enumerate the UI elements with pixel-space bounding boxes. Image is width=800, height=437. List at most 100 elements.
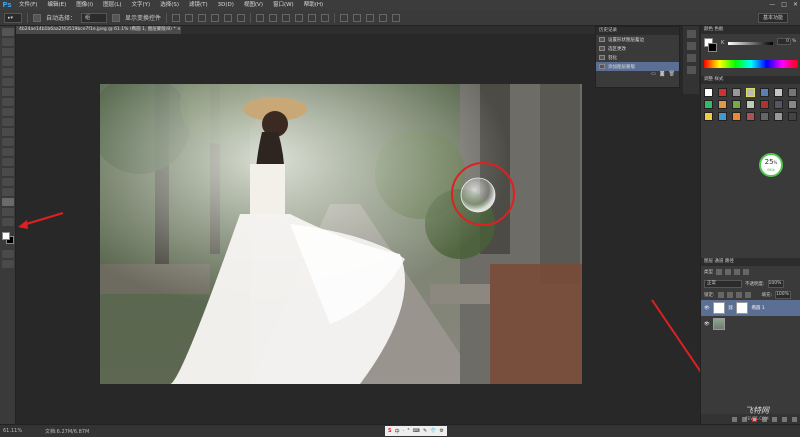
properties-panel-icon[interactable] [686,42,696,50]
filter-type-icon[interactable] [734,269,740,275]
style-swatch[interactable] [718,112,727,121]
history-panel: 历史记录 设置形状图层蓄边 选区更改 羽化 添加图层蒙版 ▭ ◙ 🗑 [595,26,680,88]
fullwidth-icon[interactable]: ° [407,428,410,434]
history-panel-tabs[interactable]: 历史记录 [596,27,679,35]
background-color-chip[interactable] [708,43,717,52]
styles-panel-tabs[interactable]: 调整 样式 [701,76,800,84]
k-slider[interactable] [728,42,773,45]
style-swatch[interactable] [746,100,755,109]
color-panel: K 0 % [701,34,800,76]
style-swatch[interactable] [746,88,755,97]
history-panel-icon[interactable] [686,30,696,38]
annotation-arrow-left [22,212,64,226]
layer-row[interactable]: 👁 [701,316,800,332]
new-document-icon[interactable]: ▭ [651,71,656,79]
zoom-level[interactable]: 61.11% [3,428,22,434]
style-swatch[interactable] [704,112,713,121]
history-footer: ▭ ◙ 🗑 [596,71,679,79]
perf-widget-area: 25% 0K/s [701,125,800,225]
settings-icon[interactable]: ⚙ [439,428,443,434]
style-swatch[interactable] [704,100,713,109]
layer-thumbnail [712,318,725,330]
watermark-main: 飞特网 [745,406,769,415]
style-swatch[interactable] [788,112,797,121]
k-value-field[interactable]: 0 [777,38,791,45]
lock-all-icon[interactable] [744,291,751,298]
history-item-label: 设置形状图层蓄边 [608,37,644,43]
history-item[interactable]: 设置形状图层蓄边 [596,35,679,44]
style-swatch[interactable] [788,88,797,97]
style-swatch[interactable] [760,100,769,109]
lock-position-icon[interactable] [735,291,742,298]
new-group-icon[interactable] [772,416,777,422]
layers-panel-tabs[interactable]: 图层 通道 路径 [701,258,800,266]
fill-field[interactable]: 100% [775,290,792,299]
k-label: K [721,40,725,46]
style-swatch[interactable] [732,112,741,121]
trash-icon[interactable] [792,416,797,422]
history-item-active[interactable]: 添加图层蒙版 [596,62,679,71]
ime-toolbar[interactable]: S 中 · ° ⌨ ✎ 👕 ⚙ [385,426,447,436]
perf-widget[interactable]: 25% 0K/s [759,153,783,177]
history-item[interactable]: 选区更改 [596,44,679,53]
layer-thumbnail [712,302,725,314]
lock-transparency-icon[interactable] [717,291,724,298]
style-swatch[interactable] [774,112,783,121]
opacity-label: 不透明度: [745,281,765,287]
history-item-label: 选区更改 [608,46,626,52]
history-item-label: 羽化 [608,55,617,61]
layers-filter-row: 类型 [701,266,800,278]
character-panel-icon[interactable] [686,54,696,62]
style-swatch[interactable] [732,100,741,109]
perf-unit: % [773,160,778,165]
layers-panel: 图层 通道 路径 类型 正常 不透明度: 100% 锁定: 填充: 100% 👁… [701,258,800,424]
link-layers-icon[interactable] [732,416,737,422]
paragraph-panel-icon[interactable] [686,66,696,74]
visibility-eye-icon[interactable]: 👁 [704,322,710,327]
style-swatch[interactable] [774,100,783,109]
opacity-field[interactable]: 100% [767,279,784,288]
skin-icon[interactable]: 👕 [430,428,436,434]
color-panel-tabs[interactable]: 颜色 色板 [701,26,800,34]
trash-icon[interactable]: 🗑 [669,71,675,79]
style-swatch[interactable] [732,88,741,97]
layer-row-selected[interactable]: 👁 ⛓ 椭圆 1 [701,300,800,316]
history-state-icon [599,46,605,51]
sogou-icon[interactable]: S [388,428,392,434]
style-swatch[interactable] [788,100,797,109]
ime-mode[interactable]: 中 [395,428,400,435]
layer-name[interactable]: 椭圆 1 [751,305,764,311]
watermark: 飞特网 FEVTE.COM [745,405,769,421]
perf-speed: 0K/s [767,168,775,172]
new-layer-icon[interactable] [782,416,787,422]
perf-percent: 25 [764,158,774,166]
style-swatch[interactable] [746,112,755,121]
style-swatch[interactable] [760,88,769,97]
style-swatch[interactable] [718,88,727,97]
right-panel-dock: 颜色 色板 K 0 % 调整 样式 25% 0K/s 图层 通道 路径 类型 正… [700,26,800,424]
status-bar: 61.11% 文档:6.27M/6.87M S 中 · ° ⌨ ✎ 👕 ⚙ [0,424,800,437]
history-state-icon [599,64,605,69]
style-swatch[interactable] [774,88,783,97]
blend-mode-dropdown[interactable]: 正常 [704,279,742,288]
punctuation-icon[interactable]: · [403,428,405,434]
document-info[interactable]: 文档:6.27M/6.87M [45,428,89,435]
layer-mask-thumbnail[interactable] [736,302,749,314]
style-swatch[interactable] [718,100,727,109]
filter-shape-icon[interactable] [743,269,749,275]
fill-label: 填充: [761,292,773,298]
layer-kind-filter[interactable]: 类型 [704,269,713,275]
visibility-eye-icon[interactable]: 👁 [704,306,710,311]
history-item[interactable]: 羽化 [596,53,679,62]
filter-pixel-icon[interactable] [716,269,722,275]
color-ramp[interactable] [704,60,798,68]
styles-grid [701,84,800,125]
snapshot-icon[interactable]: ◙ [660,71,665,79]
history-item-label: 添加图层蒙版 [608,64,635,70]
lock-pixels-icon[interactable] [726,291,733,298]
style-swatch[interactable] [704,88,713,97]
style-swatch[interactable] [760,112,769,121]
handwrite-icon[interactable]: ✎ [423,428,427,434]
keyboard-icon[interactable]: ⌨ [413,428,420,434]
filter-adjustment-icon[interactable] [725,269,731,275]
